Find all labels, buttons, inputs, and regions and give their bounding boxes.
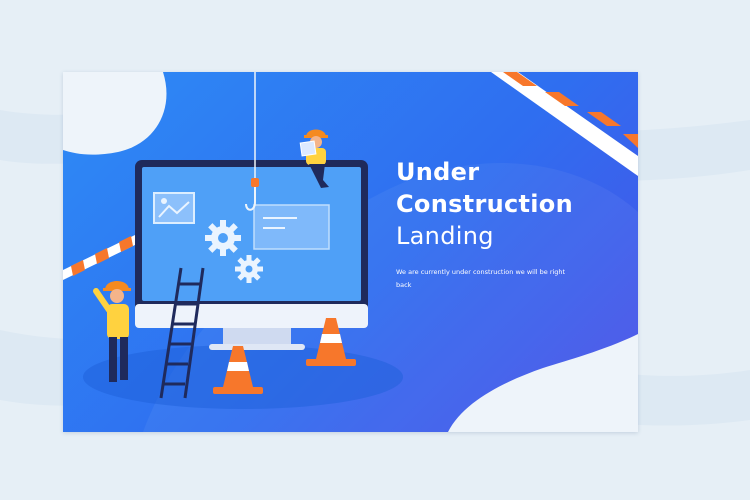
document-icon (253, 204, 330, 250)
gear-icon (235, 255, 263, 283)
hero-card: Under Construction Landing We are curren… (63, 72, 638, 432)
title-under: Under (396, 158, 480, 186)
gear-icon (205, 220, 241, 256)
construction-illustration (63, 72, 638, 432)
title-construction: Construction (396, 190, 573, 218)
image-icon (153, 192, 195, 224)
top-left-blob (63, 72, 167, 155)
subtitle-text: We are currently under construction we w… (396, 268, 566, 289)
barrier-tape-icon (63, 235, 137, 280)
barrier-tape-icon (491, 72, 638, 176)
title-landing: Landing (396, 222, 494, 250)
